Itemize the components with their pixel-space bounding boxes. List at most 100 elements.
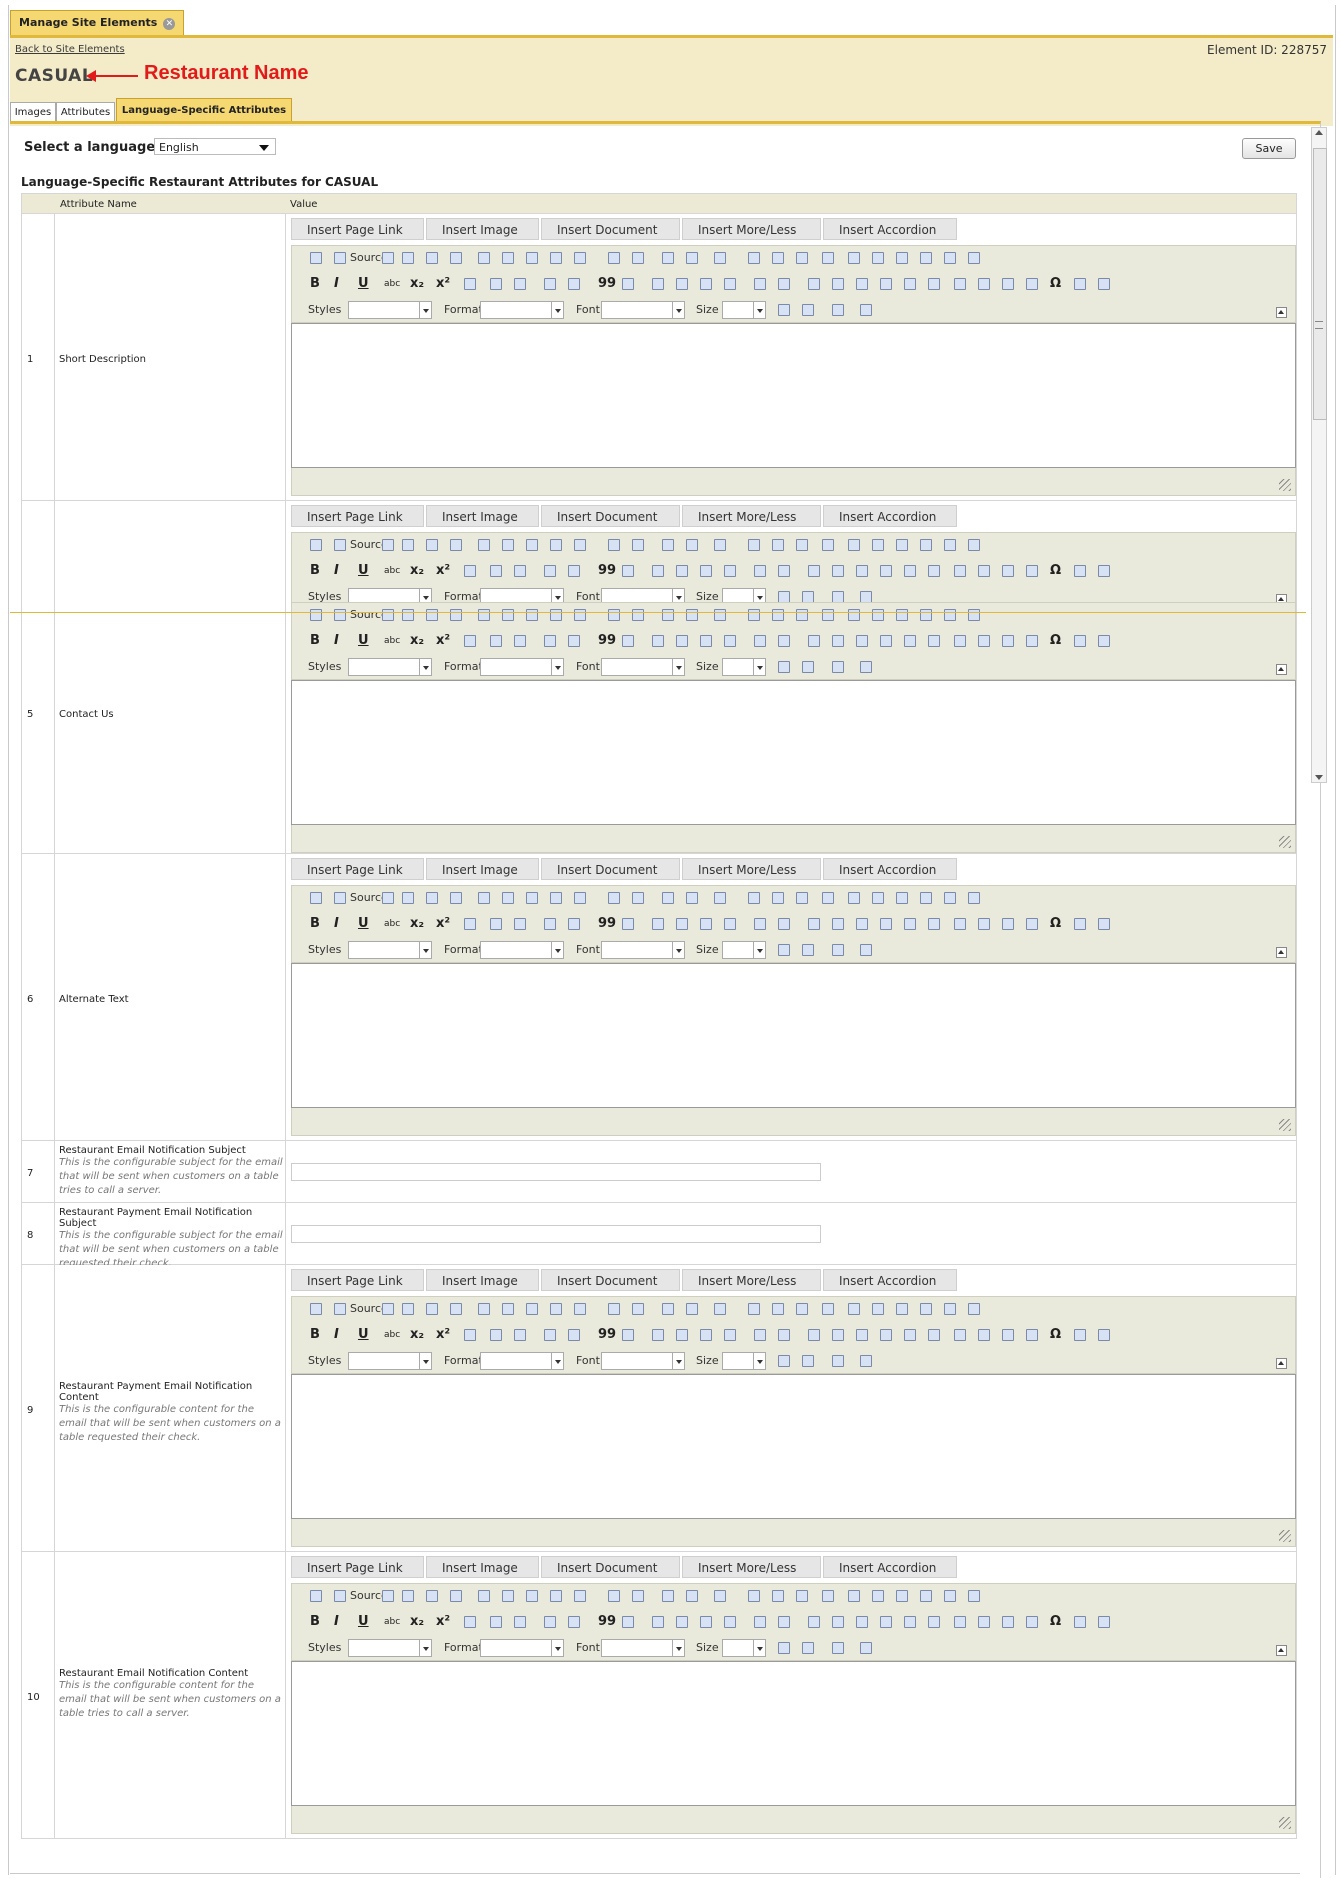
insert-image-button[interactable]: Insert Image [426,218,539,240]
toolbar-icon[interactable] [550,539,562,551]
toolbar-icon[interactable] [896,252,908,264]
toolbar-icon[interactable] [832,918,844,930]
resize-handle-icon[interactable] [1279,479,1291,491]
toolbar-icon[interactable] [832,635,844,647]
toolbar-icon[interactable] [662,252,674,264]
bold-icon[interactable]: B [310,563,320,578]
toolbar-icon[interactable] [676,278,688,290]
toolbar-icon[interactable] [550,1303,562,1315]
toolbar-icon[interactable] [700,565,712,577]
toolbar-icon[interactable] [772,892,784,904]
toolbar-icon[interactable] [714,609,726,621]
toolbar-icon[interactable] [402,892,414,904]
toolbar-icon[interactable] [544,635,556,647]
toolbar-icon[interactable] [778,304,790,316]
toolbar-icon[interactable] [802,661,814,673]
underline-icon[interactable]: U [358,276,369,291]
toolbar-icon[interactable] [464,278,476,290]
toolbar-icon[interactable] [402,252,414,264]
toolbar-icon[interactable] [310,1590,322,1602]
toolbar-icon[interactable] [978,565,990,577]
toolbar-icon[interactable] [622,918,634,930]
superscript-icon[interactable]: x² [436,633,450,648]
toolbar-icon[interactable] [802,944,814,956]
toolbar-icon[interactable] [464,1329,476,1341]
toolbar-icon[interactable] [514,918,526,930]
toolbar-icon[interactable] [880,1616,892,1628]
toolbar-icon[interactable] [778,635,790,647]
toolbar-icon[interactable] [968,252,980,264]
toolbar-icon[interactable] [928,278,940,290]
toolbar-icon[interactable] [856,1329,868,1341]
insert-more-less-button[interactable]: Insert More/Less [682,858,821,880]
toolbar-icon[interactable] [778,918,790,930]
save-button[interactable]: Save [1242,138,1296,159]
toolbar-icon[interactable] [526,1590,538,1602]
toolbar-icon[interactable] [632,539,644,551]
toolbar-icon[interactable] [808,918,820,930]
bold-icon[interactable]: B [310,1614,320,1629]
toolbar-icon[interactable] [714,1303,726,1315]
superscript-icon[interactable]: x² [436,276,450,291]
toolbar-icon[interactable] [724,565,736,577]
toolbar-icon[interactable] [464,918,476,930]
toolbar-icon[interactable] [920,252,932,264]
toolbar-icon[interactable] [676,918,688,930]
toolbar-icon[interactable] [796,539,808,551]
resize-handle-icon[interactable] [1279,1817,1291,1829]
toolbar-icon[interactable] [1098,565,1110,577]
toolbar-icon[interactable] [802,1642,814,1654]
toolbar-icon[interactable] [544,918,556,930]
font-select[interactable] [601,1639,685,1657]
toolbar-icon[interactable] [574,539,586,551]
italic-icon[interactable]: I [334,1614,339,1629]
close-icon[interactable]: ✕ [163,18,176,30]
toolbar-icon[interactable] [860,304,872,316]
toolbar-icon[interactable] [608,1590,620,1602]
toolbar-icon[interactable] [700,278,712,290]
toolbar-icon[interactable] [402,1590,414,1602]
size-select[interactable] [722,1352,766,1370]
insert-page-link-button[interactable]: Insert Page Link [291,505,424,527]
toolbar-icon[interactable] [700,918,712,930]
toolbar-icon[interactable] [832,1616,844,1628]
superscript-icon[interactable]: x² [436,563,450,578]
toolbar-icon[interactable] [544,1616,556,1628]
toolbar-icon[interactable] [1026,565,1038,577]
insert-page-link-button[interactable]: Insert Page Link [291,1556,424,1578]
toolbar-icon[interactable] [856,635,868,647]
format-select[interactable] [480,1352,564,1370]
toolbar-icon[interactable] [1002,278,1014,290]
toolbar-icon[interactable] [608,609,620,621]
toolbar-icon[interactable] [662,1590,674,1602]
toolbar-icon[interactable] [502,539,514,551]
toolbar-icon[interactable] [526,609,538,621]
collapse-toolbar-icon[interactable] [1276,664,1287,675]
toolbar-icon[interactable] [574,609,586,621]
insert-image-button[interactable]: Insert Image [426,858,539,880]
toolbar-icon[interactable] [464,635,476,647]
toolbar-icon[interactable] [700,1329,712,1341]
subject-input[interactable] [291,1163,821,1181]
toolbar-icon[interactable] [772,539,784,551]
toolbar-icon[interactable] [944,252,956,264]
insert-page-link-button[interactable]: Insert Page Link [291,1269,424,1291]
toolbar-icon[interactable] [920,609,932,621]
toolbar-icon[interactable] [822,539,834,551]
toolbar-icon[interactable] [652,918,664,930]
toolbar-icon[interactable] [1002,1329,1014,1341]
underline-icon[interactable]: U [358,1614,369,1629]
toolbar-icon[interactable] [856,918,868,930]
blockquote-icon[interactable]: 99 [598,563,616,578]
toolbar-icon[interactable] [848,539,860,551]
toolbar-icon[interactable] [310,892,322,904]
superscript-icon[interactable]: x² [436,1614,450,1629]
italic-icon[interactable]: I [334,633,339,648]
toolbar-icon[interactable] [724,1616,736,1628]
toolbar-icon[interactable] [928,1616,940,1628]
subscript-icon[interactable]: x₂ [410,563,424,578]
special-char-icon[interactable]: Ω [1050,633,1061,648]
insert-accordion-button[interactable]: Insert Accordion [823,505,957,527]
toolbar-icon[interactable] [796,892,808,904]
toolbar-icon[interactable] [978,918,990,930]
